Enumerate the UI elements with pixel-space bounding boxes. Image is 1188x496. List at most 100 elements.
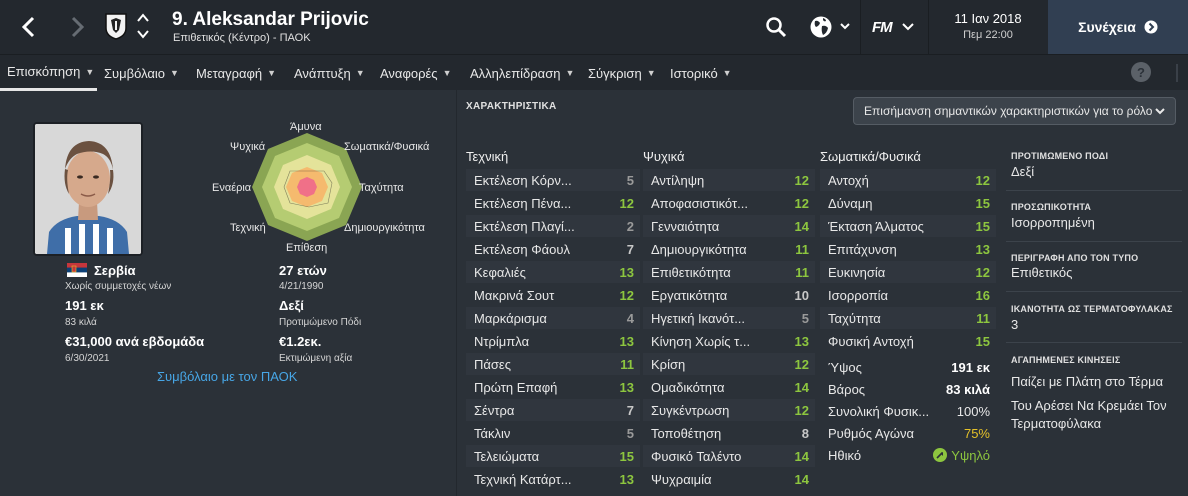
attribute-row[interactable]: Δημιουργικότητα 11 — [643, 238, 815, 260]
attribute-name: Κρίση — [651, 356, 686, 372]
media-description-value: Επιθετικός — [1011, 265, 1073, 280]
attribute-row[interactable]: Εκτέλεση Φάουλ 7 — [466, 238, 640, 260]
globe-icon[interactable] — [809, 13, 853, 41]
attribute-row[interactable]: Τάκλιν 5 — [466, 422, 640, 444]
attribute-value: 13 — [619, 471, 634, 487]
forward-arrow-icon[interactable] — [60, 10, 94, 44]
attribute-row[interactable]: Ηγετική Ικανότ... 5 — [643, 307, 815, 329]
physical-extra-value: 75% — [963, 425, 990, 441]
attribute-row[interactable]: Επιθετικότητα 11 — [643, 261, 815, 283]
attribute-name: Επιθετικότητα — [651, 264, 731, 280]
attribute-name: Εκτέλεση Κόρν... — [474, 172, 572, 188]
attribute-row[interactable]: Μακρινά Σουτ 12 — [466, 284, 640, 306]
club-crest-icon — [104, 12, 128, 40]
tabbar-scroll-handle[interactable] — [1176, 64, 1178, 82]
continue-button[interactable]: Συνέχεια — [1048, 0, 1188, 54]
attribute-row[interactable]: Αντοχή 12 — [820, 169, 996, 191]
attribute-row[interactable]: Ψυχραιμία 14 — [643, 468, 815, 490]
physical-extra-name: Συνολική Φυσικ... — [828, 403, 930, 419]
attribute-name: Φυσικό Ταλέντο — [651, 448, 742, 464]
radar-label-aerial: Εναέρια — [212, 182, 252, 194]
attribute-row[interactable]: Τελειώματα 15 — [466, 445, 640, 467]
nationality[interactable]: Σερβία — [94, 263, 136, 278]
attribute-name: Ισορροπία — [828, 287, 889, 303]
attribute-name: Εργατικότητα — [651, 287, 728, 303]
attribute-row[interactable]: Ταχύτητα 11 — [820, 307, 996, 329]
tab-bar: Επισκόπηση ▼ Συμβόλαιο ▼ Μεταγραφή ▼ Ανάπτυ… — [0, 54, 1188, 91]
tab-overview[interactable]: Επισκόπηση ▼ — [0, 55, 97, 91]
attribute-row[interactable]: Ευκινησία 12 — [820, 261, 996, 283]
attribute-row[interactable]: Εκτέλεση Πλαγί... 2 — [466, 215, 640, 237]
preferred-move-2-cont[interactable]: Τερματοφύλακα — [1011, 416, 1101, 431]
contract-link[interactable]: Συμβόλαιο με τον ΠΑΟΚ — [157, 369, 297, 384]
attribute-row[interactable]: Δύναμη 15 — [820, 192, 996, 214]
physical-extra-name: Βάρος — [828, 381, 866, 397]
tab-interaction[interactable]: Αλληλεπίδραση ▼ — [470, 55, 574, 91]
attribute-row[interactable]: Ομαδικότητα 14 — [643, 376, 815, 398]
attribute-value: 15 — [619, 448, 634, 464]
attribute-row[interactable]: Ισορροπία 16 — [820, 284, 996, 306]
attribute-value: 16 — [975, 287, 990, 303]
preferred-move-2[interactable]: Του Αρέσει Να Κρεμάει Τον — [1011, 398, 1167, 413]
attribute-name: Μακρινά Σουτ — [474, 287, 555, 303]
preferred-foot-info: Δεξί — [1011, 164, 1035, 179]
attribute-name: Εκτέλεση Φάουλ — [474, 241, 570, 257]
attribute-row[interactable]: Πάσες 11 — [466, 353, 640, 375]
help-icon[interactable]: ? — [1131, 62, 1151, 82]
attribute-row[interactable]: Εργατικότητα 10 — [643, 284, 815, 306]
fm-logo: FM — [872, 18, 893, 36]
attribute-row[interactable]: Γενναιότητα 14 — [643, 215, 815, 237]
tab-history[interactable]: Ιστορικό ▼ — [670, 55, 732, 91]
attribute-row[interactable]: Αντίληψη 12 — [643, 169, 815, 191]
attribute-row[interactable]: Κίνηση Χωρίς τ... 13 — [643, 330, 815, 352]
morale-arrow-icon — [933, 448, 948, 462]
attribute-row[interactable]: Τοποθέτηση 8 — [643, 422, 815, 444]
mental-column-title: Ψυχικά — [643, 149, 685, 164]
search-icon[interactable] — [765, 13, 787, 41]
attribute-row[interactable]: Μαρκάρισμα 4 — [466, 307, 640, 329]
tab-transfer[interactable]: Μεταγραφή ▼ — [196, 55, 276, 91]
attribute-row[interactable]: Κρίση 12 — [643, 353, 815, 375]
radar-label-mental: Ψυχικά — [230, 141, 266, 153]
attribute-name: Τοποθέτηση — [651, 425, 722, 441]
serbia-flag-icon — [67, 263, 87, 277]
attribute-value: 12 — [794, 172, 809, 188]
attribute-value: 12 — [975, 264, 990, 280]
attribute-name: Ταχύτητα — [828, 310, 881, 326]
attribute-row[interactable]: Συγκέντρωση 12 — [643, 399, 815, 421]
attribute-value: 4 — [626, 310, 634, 326]
contract-end: 6/30/2021 — [65, 353, 110, 364]
attribute-name: Ηγετική Ικανότ... — [651, 310, 746, 326]
date-display[interactable]: 11 Ιαν 2018 Πεμ 22:00 — [930, 0, 1046, 54]
attribute-row[interactable]: Φυσικό Ταλέντο 14 — [643, 445, 815, 467]
tab-reports[interactable]: Αναφορές ▼ — [380, 55, 452, 91]
attribute-row[interactable]: Επιτάχυνση 13 — [820, 238, 996, 260]
goalkeeper-rating-heading: ΙΚΑΝΟΤΗΤΑ ΩΣ ΤΕΡΜΑΤΟΦΥΛΑΚΑΣ — [1011, 304, 1173, 314]
attribute-row[interactable]: Εκτέλεση Πένα... 12 — [466, 192, 640, 214]
highlight-attributes-dropdown[interactable]: Επισήμανση σημαντικών χαρακτηριστικών γι… — [853, 97, 1176, 125]
tab-contract[interactable]: Συμβόλαιο ▼ — [104, 55, 179, 91]
preferred-move-1[interactable]: Παίζει με Πλάτη στο Τέρμα — [1011, 374, 1163, 389]
technical-column-title: Τεχνική — [466, 149, 509, 164]
attribute-row[interactable]: Τεχνική Κατάρτ... 13 — [466, 468, 640, 490]
attribute-name: Τελειώματα — [474, 448, 540, 464]
top-bar: 9. Aleksandar Prijovic Επιθετικός (Κέντρ… — [0, 0, 1188, 54]
tab-comparison[interactable]: Σύγκριση ▼ — [588, 55, 656, 91]
tab-development[interactable]: Ανάπτυξη ▼ — [294, 55, 365, 91]
fm-menu-button[interactable]: FM — [872, 13, 916, 41]
back-arrow-icon[interactable] — [12, 10, 46, 44]
attribute-row[interactable]: Έκταση Άλματος 15 — [820, 215, 996, 237]
attribute-row[interactable]: Αποφασιστικότ... 12 — [643, 192, 815, 214]
attribute-row[interactable]: Κεφαλιές 13 — [466, 261, 640, 283]
attribute-name: Ψυχραιμία — [651, 471, 712, 487]
attribute-value: 15 — [975, 218, 990, 234]
attribute-row[interactable]: Ντρίμπλα 13 — [466, 330, 640, 352]
attribute-value: 11 — [795, 264, 809, 280]
attribute-row[interactable]: Πρώτη Επαφή 13 — [466, 376, 640, 398]
attribute-row[interactable]: Σέντρα 7 — [466, 399, 640, 421]
attribute-row[interactable]: Φυσική Αντοχή 15 — [820, 330, 996, 352]
attribute-value: 12 — [794, 356, 809, 372]
attribute-row[interactable]: Εκτέλεση Κόρν... 5 — [466, 169, 640, 191]
player-switch-icon[interactable] — [136, 11, 150, 41]
attribute-name: Πρώτη Επαφή — [474, 379, 558, 395]
